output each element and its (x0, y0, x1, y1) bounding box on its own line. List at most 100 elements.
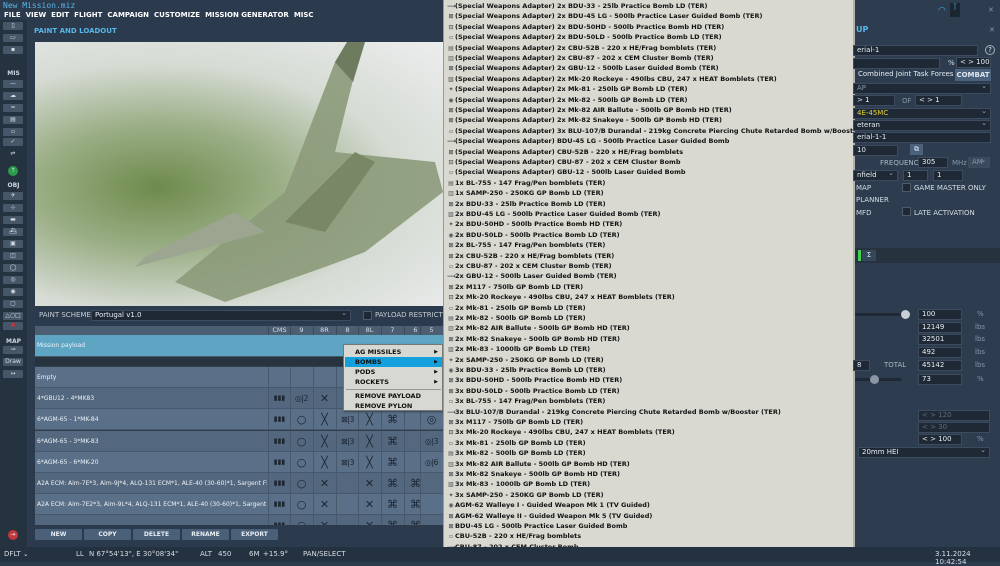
pylon-cell[interactable] (313, 367, 335, 388)
coalition-select[interactable]: Combined Joint Task Forces (855, 68, 953, 81)
cms-cell[interactable]: ▮▮▮ (268, 388, 290, 410)
help-button[interactable]: ? (985, 45, 995, 55)
check-icon[interactable]: ✓ (3, 138, 23, 146)
pylon-cell[interactable]: ╳ (358, 409, 380, 431)
cms-cell[interactable]: ▮▮▮ (268, 409, 290, 431)
weapon-option[interactable]: ⊠(Special Weapons Adapter) CBU-52B - 220… (447, 147, 683, 157)
group-name-input[interactable]: erial-1 (853, 45, 978, 56)
weapon-option[interactable]: ▧2x BDU-45 LG - 500lb Practice Laser Gui… (447, 209, 660, 219)
copy-button[interactable]: COPY (84, 529, 131, 540)
weapon-option[interactable]: ✦2x BDU-50HD - 500lb Practice Bomb HD (T… (447, 219, 622, 229)
pylon-cell[interactable]: ◎|6 (420, 451, 442, 473)
mis-tool-3-icon[interactable]: ≈ (3, 104, 23, 112)
pylon-cell[interactable]: ○ (290, 515, 312, 525)
mis-tool-1-icon[interactable]: — (3, 80, 23, 88)
table-row[interactable]: 6*AGM-65 - 6*MK-20 ▮▮▮ ○ ╳ ⊠|3 ╳ ⌘ ◎|6 (35, 451, 443, 473)
pylon-cell[interactable]: ⌘ (381, 451, 403, 473)
aircraft-type-select[interactable]: 4E-45MC (853, 107, 991, 119)
table-row[interactable]: 6*AGM-65 - 1*MK-84 ▮▮▮ ○ ╳ ⊠|3 ╳ ⌘ ◎ (35, 409, 443, 431)
weapon-option[interactable]: ✦2x SAMP-250 - 250KG GP Bomb LD (TER) (447, 355, 603, 365)
weapon-option[interactable]: ◉3x BDU-33 - 25lb Practice Bomb LD (TER) (447, 365, 605, 375)
pylon-cell[interactable] (420, 494, 442, 516)
late-activation-checkbox[interactable] (902, 207, 911, 216)
weapon-option[interactable]: ⊠BDU-45 LG - 500lb Practice Laser Guided… (447, 521, 627, 531)
pylon-cell[interactable]: ◎ (420, 409, 442, 431)
weapon-option[interactable]: ⊠2x Mk-82 Snakeye - 500lb GP Bomb HD (TE… (447, 334, 620, 344)
weapon-option[interactable]: ⊡3x Mk-20 Rockeye - 490lbs CBU, 247 x HE… (447, 427, 674, 437)
table-row[interactable]: ▮▮▮○✕✕⌘⌘ (35, 515, 443, 525)
key-icon[interactable]: ⊸ (3, 346, 23, 354)
weapon-option[interactable]: ▤3x Mk-82 - 500lb GP Bomb LD (TER) (447, 448, 585, 458)
weapon-option[interactable]: ▫ CBU-52B - 220 x HE/Frag bomblets (447, 531, 581, 541)
pilot-name-input[interactable]: erial-1-1 (853, 132, 991, 143)
weapon-option[interactable]: ⊠3x BDU-50LD - 500lb Practice Bomb LD (T… (447, 386, 619, 396)
fuel-percent-input[interactable]: 100 (918, 309, 962, 320)
table-row[interactable]: A2A ECM: Aim-7E*3, Aim-9J*4, ALQ-131 ECM… (35, 473, 443, 494)
nav-point-icon[interactable]: ◎ (3, 276, 23, 284)
delete-button[interactable]: DELETE (133, 529, 180, 540)
draw-button[interactable]: Draw (3, 358, 23, 366)
weapon-option[interactable]: ⟶(Special Weapons Adapter) 2x BDU-33 - 2… (447, 1, 708, 11)
cms-cell[interactable]: ▮▮▮ (268, 473, 290, 494)
aircraft-preview[interactable] (35, 42, 443, 306)
menu-bombs[interactable]: BOMBS ▶ (345, 357, 442, 367)
weapon-option[interactable]: ▥1x SAMP-250 - 250KG GP Bomb LD (TER) (447, 188, 603, 198)
weapon-option[interactable]: ⊠(Special Weapons Adapter) 2x Mk-82 AIR … (447, 105, 731, 115)
pylon-cell[interactable]: ◎|2 (290, 388, 312, 410)
menu-mission-generator[interactable]: MISSION GENERATOR (205, 11, 289, 19)
weapon-option[interactable]: ▥(Special Weapons Adapter) 2x CBU-87 - 2… (447, 53, 713, 63)
pylon-cell[interactable] (420, 473, 442, 494)
pylon-cell[interactable]: ○ (290, 451, 312, 473)
weapon-option[interactable]: ▧(Special Weapons Adapter) 2x Mk-20 Rock… (447, 74, 777, 84)
aircraft-icon[interactable]: ✈ (3, 192, 23, 200)
weapon-option[interactable]: ▤1x BL-755 - 147 Frag/Pen bomblets (TER) (447, 178, 605, 188)
weapon-option[interactable]: ▧2x Mk-83 - 1000lb GP Bomb LD (TER) (447, 344, 590, 354)
menu-customize[interactable]: CUSTOMIZE (154, 11, 200, 19)
gun-rounds-spinner[interactable]: < > 120 (918, 410, 990, 421)
save-icon[interactable]: ▪ (3, 46, 23, 54)
cms-cell[interactable]: ▮▮▮ (268, 515, 290, 525)
weapon-option[interactable]: ▫ 2x CBU-87 - 202 x CEM Cluster Bomb (TER… (447, 261, 612, 271)
pylon-cell[interactable] (336, 473, 358, 494)
unit-count-spinner[interactable]: < > 1 (915, 95, 962, 106)
weapon-option[interactable]: ✦3x SAMP-250 - 250KG GP Bomb LD (TER) (447, 490, 603, 500)
menu-rockets[interactable]: ROCKETS ▶ (345, 377, 442, 387)
menu-campaign[interactable]: CAMPAIGN (107, 11, 149, 19)
menu-remove-pylon[interactable]: REMOVE PYLON (345, 401, 442, 411)
callsign-select[interactable]: nfield (853, 169, 898, 181)
table-row[interactable]: A2A ECM: Aim-7E2*3, Aim-9L*4, ALQ-131 EC… (35, 494, 443, 516)
helicopter-icon[interactable]: ⊹ (3, 204, 23, 212)
tool-aod-icon[interactable]: △○□ (3, 312, 23, 320)
weapon-option[interactable]: ⊠(Special Weapons Adapter) 2x GBU-12 - 5… (447, 63, 718, 73)
payload-restrictions-checkbox[interactable] (363, 311, 372, 320)
pylon-cell[interactable]: ╳ (313, 430, 335, 452)
pylon-cell[interactable]: ⌘ (381, 515, 403, 525)
menu-remove-payload[interactable]: REMOVE PAYLOAD (345, 391, 442, 401)
menu-misc[interactable]: MISC (294, 11, 314, 19)
combat-button[interactable]: COMBAT (955, 69, 991, 81)
weapon-option[interactable]: ▥3x Mk-82 AIR Ballute - 500lb GP Bomb HD… (447, 459, 630, 469)
weapon-option[interactable]: ▫ (Special Weapons Adapter) 2x BDU-50LD -… (447, 32, 722, 42)
delete-icon[interactable]: ✖ (3, 322, 23, 330)
waypoint-icon[interactable]: ◉ (3, 288, 23, 296)
ship-icon[interactable]: ⛴ (3, 228, 23, 236)
weapon-option[interactable]: ⊡(Special Weapons Adapter) CBU-87 - 202 … (447, 157, 680, 167)
callsign-number-2[interactable]: 1 (933, 170, 963, 181)
pylon-cell[interactable]: ⌘ (381, 494, 403, 516)
pylon-cell[interactable]: ╳ (358, 451, 380, 473)
percent-spinner[interactable]: < > 100 (956, 57, 991, 68)
weapon-option[interactable]: ✦(Special Weapons Adapter) 2x Mk-81 - 25… (447, 84, 687, 94)
menu-view[interactable]: VIEW (26, 11, 47, 19)
menu-edit[interactable]: EDIT (51, 11, 69, 19)
pylon-cell[interactable]: ✕ (358, 515, 380, 525)
frequency-input[interactable]: 305 (918, 157, 948, 168)
ammo-select[interactable]: 20mm HEI (858, 446, 990, 458)
weapon-option[interactable]: ▫ (Special Weapons Adapter) 3x BLU-107/B … (447, 126, 853, 136)
pylon-cell[interactable] (420, 515, 442, 525)
chaff-slider-thumb[interactable] (869, 375, 879, 384)
ground-unit-icon[interactable]: ▬ (3, 216, 23, 224)
menu-file[interactable]: FILE (4, 11, 21, 19)
weapon-option[interactable]: ⊠3x M117 - 750lb GP Bomb LD (TER) (447, 417, 583, 427)
pylon-cell[interactable]: ✕ (358, 473, 380, 494)
pylon-cell[interactable]: ⌘ (381, 409, 403, 431)
